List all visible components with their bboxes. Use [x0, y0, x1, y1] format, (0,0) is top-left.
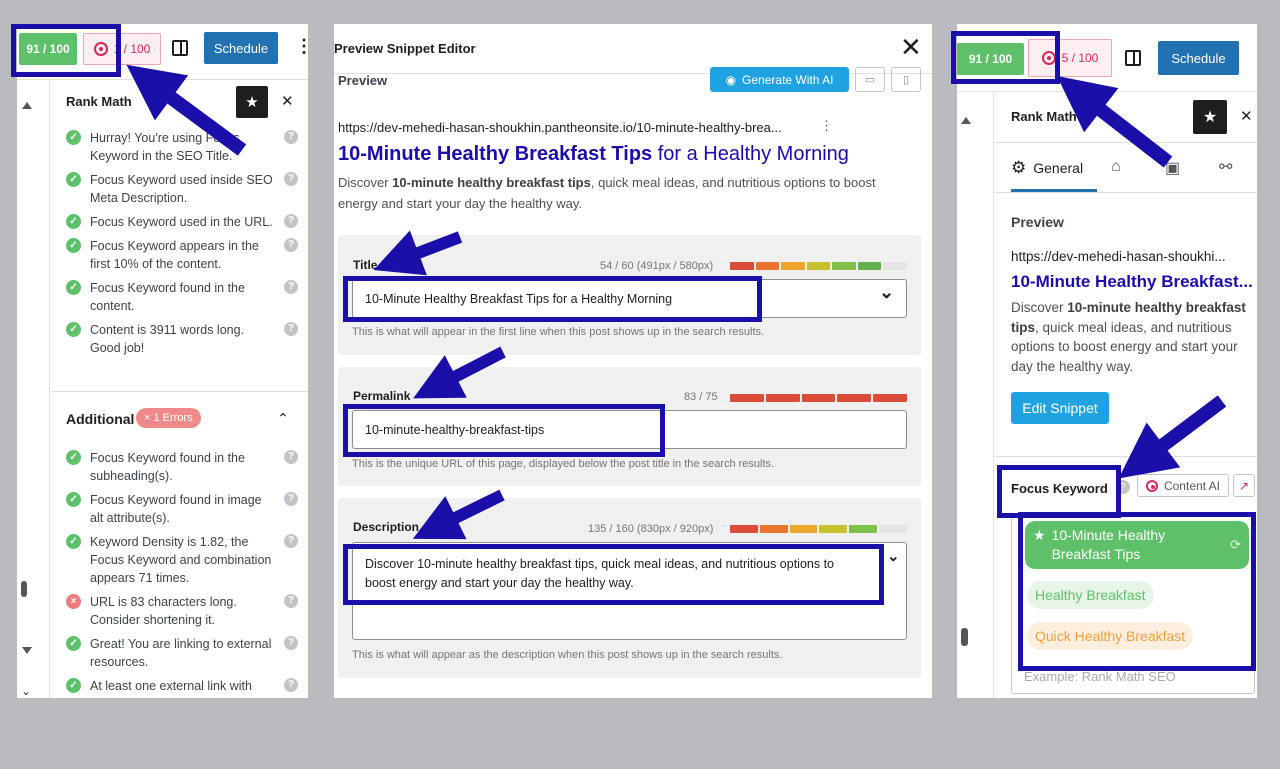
arrow-to-title	[373, 230, 463, 276]
arrow-to-permalink	[413, 346, 506, 399]
arrow-to-score-right	[1057, 75, 1173, 168]
annotation-arrows	[126, 64, 1227, 540]
arrow-to-description	[412, 489, 505, 540]
arrow-to-score-left	[126, 64, 247, 156]
arrow-to-focus-keyword	[1118, 395, 1227, 479]
